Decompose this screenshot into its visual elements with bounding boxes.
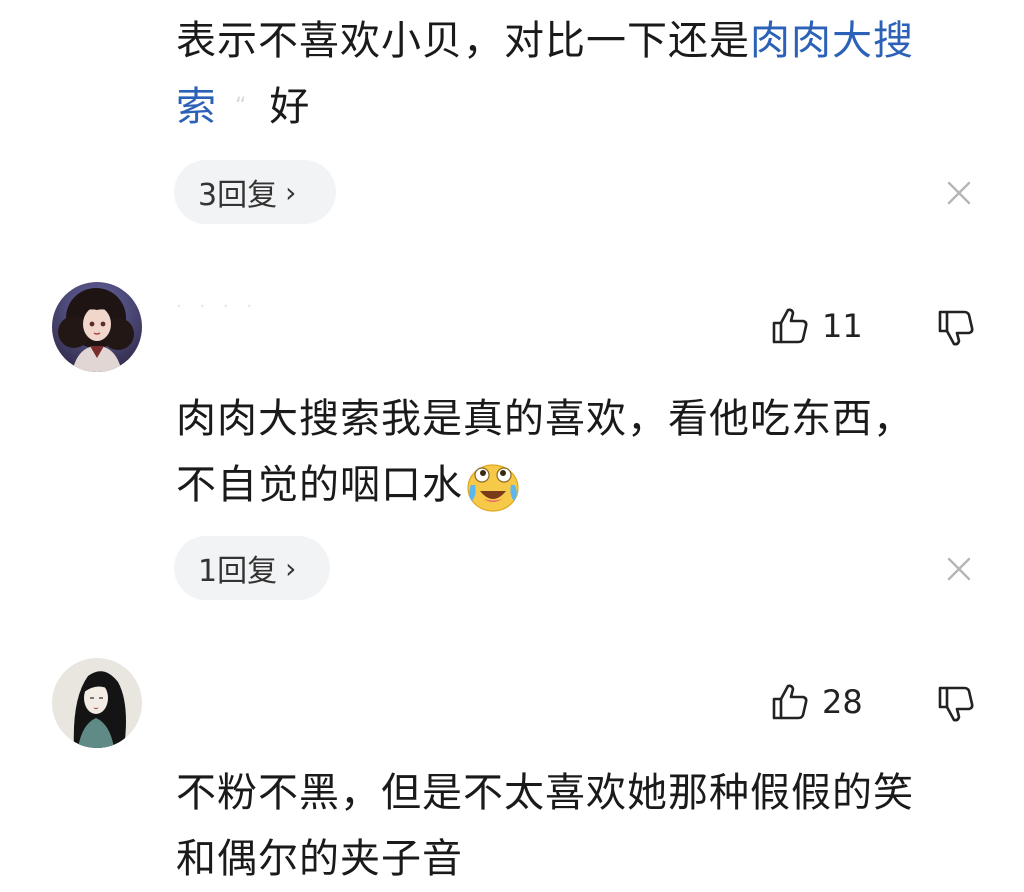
- chevron-right-icon: ›: [285, 175, 297, 209]
- close-icon[interactable]: [944, 178, 974, 208]
- comment-3-text: 不粉不黑，但是不太喜欢她那种假假的笑 和偶尔的夹子音: [176, 760, 1006, 892]
- comment-3-line-1: 不粉不黑，但是不太喜欢她那种假假的笑: [176, 770, 914, 816]
- like-count: 28: [822, 683, 863, 721]
- comment-3: 28 不粉不黑，但是不太喜欢她那种假假的笑 和偶尔的夹子音: [0, 640, 1024, 882]
- like-button[interactable]: 11: [770, 306, 863, 346]
- chevron-right-icon: ›: [285, 551, 297, 585]
- comment-2: · · · · 11 肉肉大搜索我是真的喜欢，看他吃东西， 不自觉的咽口水 1回…: [0, 270, 1024, 620]
- tears-of-joy-emoji: [467, 464, 519, 512]
- comment-3-line-2: 和偶尔的夹子音: [176, 836, 463, 882]
- reply-button[interactable]: 3回复 ›: [174, 160, 336, 224]
- reply-count: 3回复: [198, 178, 278, 213]
- comment-1-text: 表示不喜欢小贝，对比一下还是肉肉大搜索 “好: [176, 8, 1006, 140]
- reply-button[interactable]: 1回复 ›: [174, 536, 330, 600]
- like-count: 11: [822, 307, 863, 345]
- avatar[interactable]: [52, 282, 142, 372]
- thumbs-down-icon[interactable]: [936, 684, 976, 724]
- like-button[interactable]: 28: [770, 682, 863, 722]
- thumbs-up-icon: [772, 684, 808, 720]
- faded-mark: “: [235, 94, 248, 119]
- comment-1-text-end: 好: [269, 84, 311, 130]
- comment-1-text-main: 表示不喜欢小贝，对比一下还是: [176, 18, 750, 64]
- thumbs-down-icon[interactable]: [936, 308, 976, 348]
- close-icon[interactable]: [944, 554, 974, 584]
- avatar[interactable]: [52, 658, 142, 748]
- comment-2-text: 肉肉大搜索我是真的喜欢，看他吃东西， 不自觉的咽口水: [176, 386, 1006, 518]
- comment-2-line-1: 肉肉大搜索我是真的喜欢，看他吃东西，: [176, 396, 914, 442]
- thumbs-up-icon: [772, 308, 808, 344]
- comment-2-line-2: 不自觉的咽口水: [176, 462, 463, 508]
- username[interactable]: · · · ·: [176, 296, 258, 317]
- comment-1: 表示不喜欢小贝，对比一下还是肉肉大搜索 “好 3回复 ›: [0, 0, 1024, 250]
- reply-count: 1回复: [198, 554, 278, 589]
